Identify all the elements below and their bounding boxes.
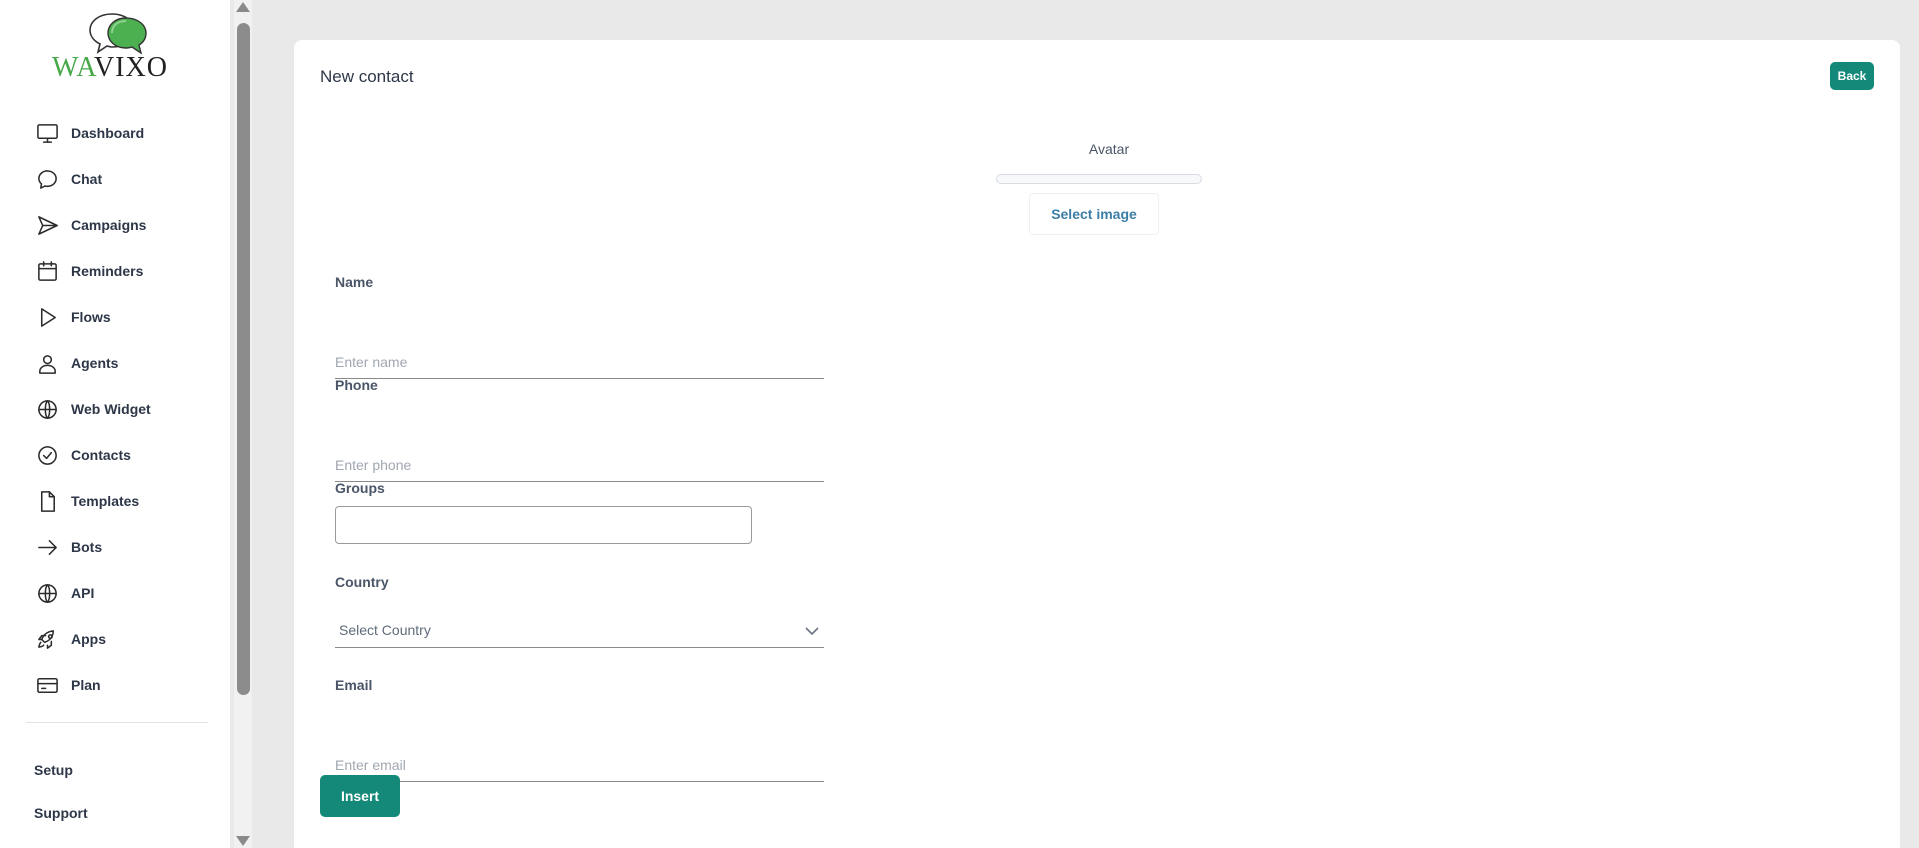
name-label: Name: [335, 274, 374, 290]
sidebar-item-templates[interactable]: Templates: [34, 486, 139, 516]
sidebar-divider: [26, 722, 208, 723]
chat-bubble-icon: [34, 166, 60, 192]
phone-label: Phone: [335, 377, 378, 393]
sidebar-item-label: Web Widget: [71, 401, 151, 417]
user-icon: [34, 350, 60, 376]
email-label: Email: [335, 677, 373, 693]
back-button[interactable]: Back: [1830, 62, 1874, 90]
groups-input[interactable]: [335, 506, 752, 544]
calendar-icon: [34, 258, 60, 284]
sidebar-item-contacts[interactable]: Contacts: [34, 440, 131, 470]
sidebar-item-flows[interactable]: Flows: [34, 302, 111, 332]
groups-label: Groups: [335, 480, 385, 496]
country-selected-value: Select Country: [339, 622, 431, 638]
select-image-button[interactable]: Select image: [1029, 193, 1159, 235]
sidebar-item-api[interactable]: API: [34, 578, 94, 608]
sidebar-item-apps[interactable]: Apps: [34, 624, 106, 654]
send-icon: [34, 212, 60, 238]
sidebar-item-plan[interactable]: Plan: [34, 670, 101, 700]
monitor-icon: [34, 120, 60, 146]
name-input[interactable]: [335, 345, 824, 379]
new-contact-card: New contact Back Avatar Select image Nam…: [294, 40, 1900, 848]
phone-input[interactable]: [335, 448, 824, 482]
chevron-down-icon: [804, 624, 820, 636]
avatar-label: Avatar: [1088, 141, 1130, 157]
chat-bubbles-logo-icon: [89, 13, 147, 55]
sidebar-item-label: Campaigns: [71, 217, 147, 233]
sidebar-item-label: Agents: [71, 355, 119, 371]
file-icon: [34, 488, 60, 514]
sidebar-item-setup[interactable]: Setup: [34, 762, 73, 778]
sidebar-item-label: Plan: [71, 677, 101, 693]
sidebar: WAVIXO Dashboard Chat Campaigns Reminder…: [0, 0, 230, 848]
sidebar-item-label: Flows: [71, 309, 111, 325]
sidebar-item-label: Reminders: [71, 263, 144, 279]
sidebar-item-bots[interactable]: Bots: [34, 532, 102, 562]
sidebar-item-label: Apps: [71, 631, 106, 647]
email-input[interactable]: [335, 748, 824, 782]
sidebar-item-reminders[interactable]: Reminders: [34, 256, 143, 286]
globe-icon: [34, 396, 60, 422]
sidebar-item-chat[interactable]: Chat: [34, 164, 102, 194]
rocket-icon: [34, 626, 60, 652]
logo-wordmark: WAVIXO: [52, 52, 168, 83]
page-title: New contact: [320, 67, 414, 86]
sidebar-item-support[interactable]: Support: [34, 805, 88, 821]
sidebar-item-dashboard[interactable]: Dashboard: [34, 118, 144, 148]
wavixo-logo[interactable]: WAVIXO: [52, 12, 184, 84]
insert-button[interactable]: Insert: [320, 775, 400, 817]
country-label: Country: [335, 574, 389, 590]
arrow-right-icon: [34, 534, 60, 560]
sidebar-item-label: Templates: [71, 493, 140, 509]
sidebar-item-web-widget[interactable]: Web Widget: [34, 394, 151, 424]
check-circle-icon: [34, 442, 60, 468]
sidebar-item-agents[interactable]: Agents: [34, 348, 118, 378]
play-icon: [34, 304, 60, 330]
sidebar-item-label: Chat: [71, 171, 103, 187]
country-select[interactable]: Select Country: [335, 612, 824, 648]
scrollbar-thumb[interactable]: [237, 23, 250, 695]
avatar-section: Avatar: [294, 141, 1900, 159]
scroll-down-arrow-icon[interactable]: [236, 836, 250, 846]
scroll-up-arrow-icon[interactable]: [236, 2, 250, 12]
globe-icon: [34, 580, 60, 606]
sidebar-item-label: Dashboard: [71, 125, 145, 141]
credit-card-icon: [34, 672, 60, 698]
avatar-preview: [996, 174, 1202, 184]
sidebar-item-label: Contacts: [71, 447, 131, 463]
sidebar-item-campaigns[interactable]: Campaigns: [34, 210, 146, 240]
sidebar-item-label: Bots: [71, 539, 103, 555]
sidebar-item-label: API: [71, 585, 95, 601]
